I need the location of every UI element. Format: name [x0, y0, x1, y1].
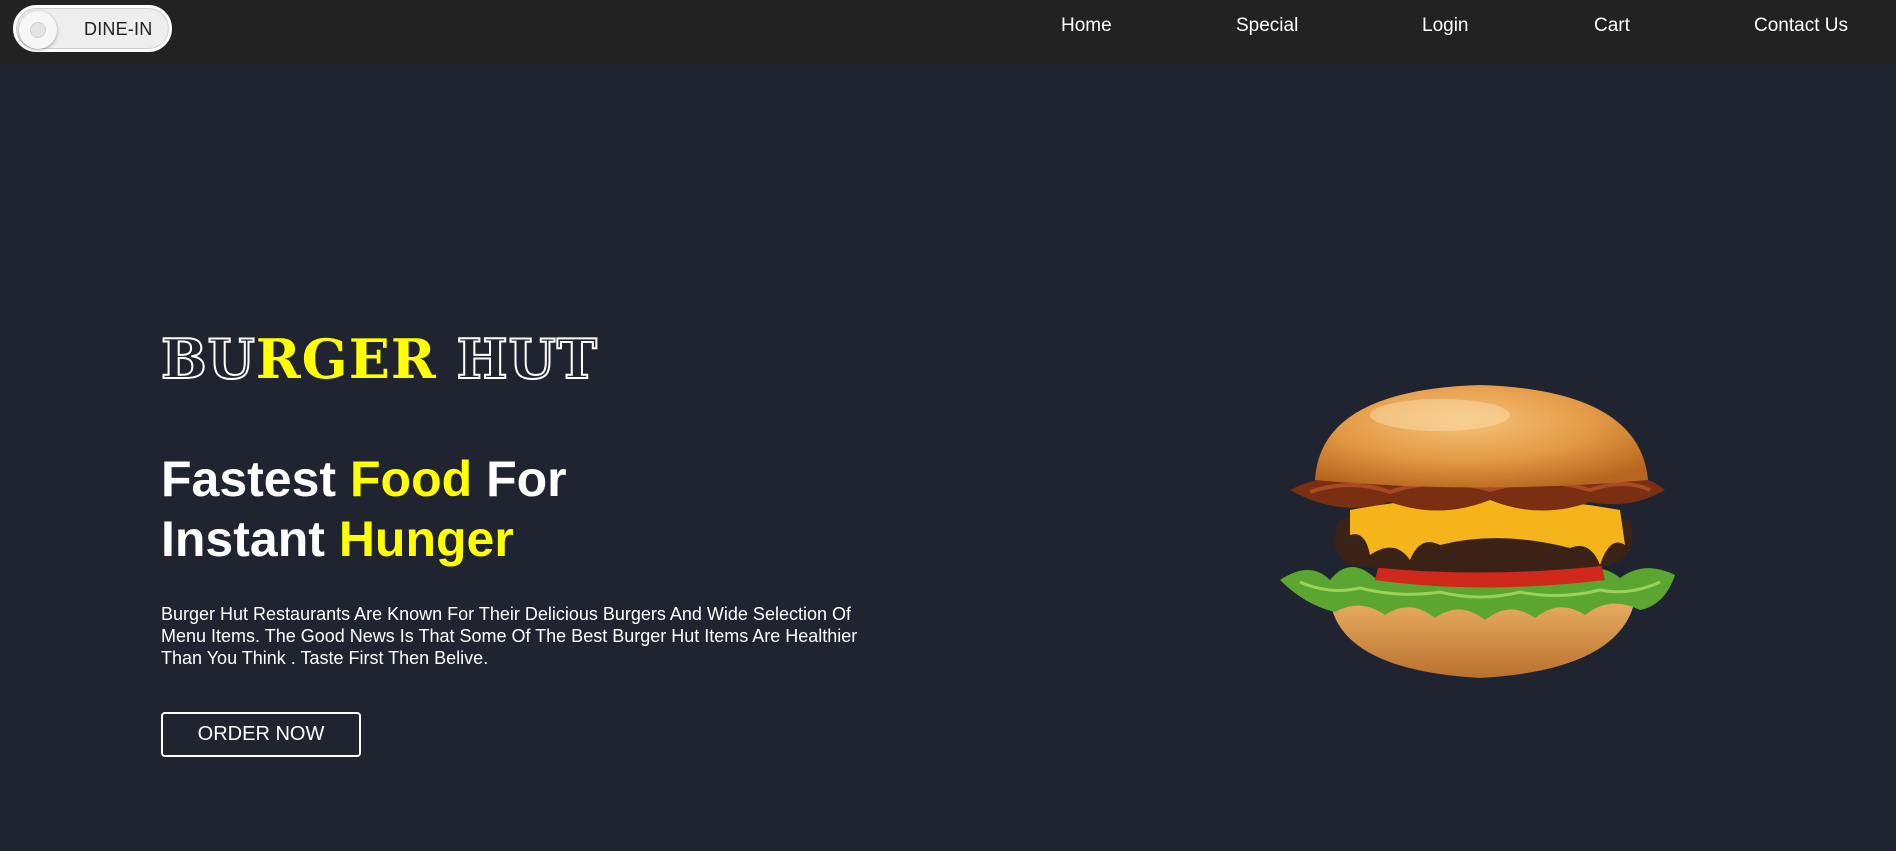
nav-special[interactable]: Special: [1236, 15, 1298, 37]
brand-part-3: R: [390, 327, 437, 391]
nav-contact-us[interactable]: Contact Us: [1754, 15, 1848, 37]
brand-logo: BURGER HUT: [160, 326, 598, 392]
hero-headline: Fastest Food For Instant Hunger: [161, 449, 567, 569]
nav-home[interactable]: Home: [1061, 15, 1112, 37]
headline-word-1: Fastest: [161, 451, 337, 507]
order-now-button[interactable]: ORDER NOW: [161, 712, 361, 757]
navbar: DINE-IN Home Special Login Cart Contact …: [0, 0, 1896, 63]
headline-word-2: Food: [349, 451, 473, 507]
nav-login[interactable]: Login: [1422, 15, 1469, 37]
headline-word-3: For: [486, 451, 567, 507]
toggle-switch-icon[interactable]: [19, 11, 57, 49]
brand-part-1: BU: [160, 326, 256, 392]
toggle-label: DINE-IN: [84, 19, 153, 39]
hero-description: Burger Hut Restaurants Are Known For The…: [161, 604, 858, 668]
headline-word-5: Hunger: [338, 511, 514, 567]
burger-image: [1280, 385, 1675, 678]
dine-in-toggle[interactable]: DINE-IN: [13, 5, 172, 52]
brand-part-4: HUT: [456, 326, 598, 392]
brand-part-2: RGE: [255, 327, 391, 391]
headline-word-4: Instant: [161, 511, 325, 567]
nav-cart[interactable]: Cart: [1594, 15, 1630, 37]
